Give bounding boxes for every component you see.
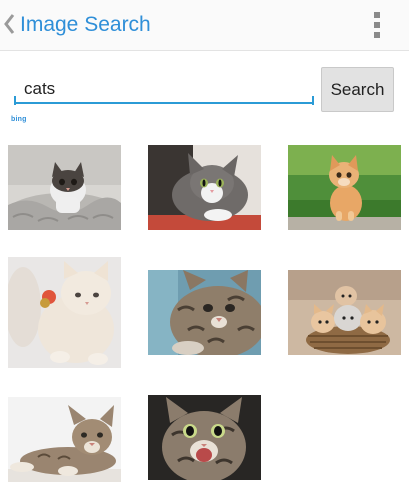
kittens-in-basket-image bbox=[288, 270, 401, 355]
grey-kitten-image bbox=[148, 145, 261, 230]
result-thumbnail-8[interactable] bbox=[148, 395, 261, 480]
input-underline-right bbox=[312, 96, 314, 105]
app-title: Image Search bbox=[20, 13, 151, 36]
tabby-kitten-closeup-image bbox=[148, 270, 261, 355]
excited-kitten-image bbox=[148, 395, 261, 480]
kitten-blanket-image bbox=[8, 145, 121, 230]
result-thumbnail-7[interactable] bbox=[8, 397, 121, 482]
result-thumbnail-6[interactable] bbox=[288, 270, 401, 355]
up-navigation[interactable]: Image Search bbox=[0, 0, 160, 50]
action-bar: Image Search bbox=[0, 0, 409, 51]
tabby-cat-lying-image bbox=[8, 397, 121, 482]
fluffy-kitten-image bbox=[8, 257, 121, 368]
result-thumbnail-4[interactable] bbox=[8, 257, 121, 368]
search-field bbox=[14, 76, 314, 106]
image-search-app: Image Search Search bing bbox=[0, 0, 409, 500]
chevron-left-icon[interactable] bbox=[3, 12, 15, 36]
result-thumbnail-2[interactable] bbox=[148, 145, 261, 230]
result-thumbnail-3[interactable] bbox=[288, 145, 401, 230]
overflow-menu-icon[interactable] bbox=[364, 9, 390, 41]
result-thumbnail-1[interactable] bbox=[8, 145, 121, 230]
input-underline-left bbox=[14, 96, 16, 105]
result-thumbnail-5[interactable] bbox=[148, 270, 261, 355]
search-input[interactable] bbox=[14, 76, 312, 104]
ginger-kitten-image bbox=[288, 145, 401, 230]
bing-logo: bing bbox=[11, 116, 27, 123]
search-button[interactable]: Search bbox=[321, 67, 394, 112]
